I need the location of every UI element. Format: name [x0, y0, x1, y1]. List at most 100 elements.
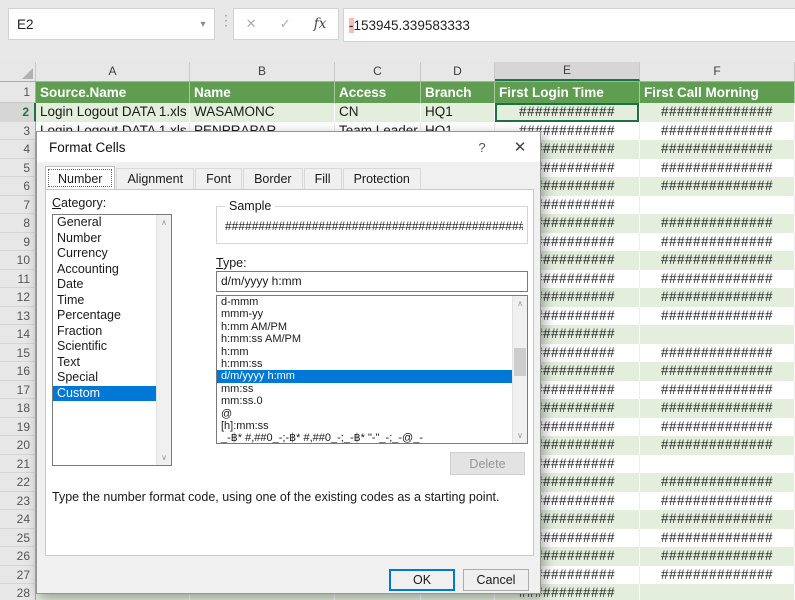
confirm-entry-icon[interactable]: ✓: [280, 16, 291, 32]
row-header-17[interactable]: 17: [0, 381, 36, 400]
name-box[interactable]: E2 ▾: [8, 8, 215, 40]
cell-F7[interactable]: [640, 196, 795, 215]
type-option[interactable]: mmm-yy: [217, 308, 527, 320]
type-option[interactable]: h:mm:ss: [217, 358, 527, 370]
cell-F10[interactable]: ##############: [640, 251, 795, 270]
category-item-currency[interactable]: Currency: [53, 246, 171, 262]
cell-F26[interactable]: ##############: [640, 547, 795, 566]
tab-border[interactable]: Border: [243, 168, 303, 189]
cancel-button[interactable]: Cancel: [463, 569, 529, 591]
row-header-1[interactable]: 1: [0, 82, 36, 103]
cell-F22[interactable]: ##############: [640, 473, 795, 492]
cell-F5[interactable]: ##############: [640, 159, 795, 178]
row-header-19[interactable]: 19: [0, 418, 36, 437]
category-item-scientific[interactable]: Scientific: [53, 339, 171, 355]
cell-F4[interactable]: ##############: [640, 140, 795, 159]
close-icon[interactable]: ✕: [500, 138, 540, 156]
table-header-cell[interactable]: Name: [190, 82, 335, 103]
cell-F15[interactable]: ##############: [640, 344, 795, 363]
cell-F2[interactable]: ##############: [640, 103, 795, 122]
cell-F20[interactable]: ##############: [640, 436, 795, 455]
insert-function-icon[interactable]: fx: [314, 16, 327, 32]
cell-F28[interactable]: [640, 584, 795, 600]
type-input[interactable]: d/m/yyyy h:mm: [216, 271, 528, 292]
cell-F6[interactable]: ##############: [640, 177, 795, 196]
category-item-fraction[interactable]: Fraction: [53, 324, 171, 340]
scroll-down-icon[interactable]: ∨: [157, 450, 171, 465]
table-header-cell[interactable]: First Call Morning: [640, 82, 795, 103]
cell-F24[interactable]: ##############: [640, 510, 795, 529]
column-header-b[interactable]: B: [190, 62, 335, 81]
row-header-2[interactable]: 2: [0, 103, 36, 122]
category-item-number[interactable]: Number: [53, 231, 171, 247]
row-header-14[interactable]: 14: [0, 325, 36, 344]
row-header-3[interactable]: 3: [0, 122, 36, 141]
help-button[interactable]: ?: [464, 140, 500, 155]
formula-input[interactable]: -153945.339583333: [343, 8, 795, 42]
row-header-20[interactable]: 20: [0, 436, 36, 455]
row-header-26[interactable]: 26: [0, 547, 36, 566]
category-item-time[interactable]: Time: [53, 293, 171, 309]
type-option[interactable]: h:mm AM/PM: [217, 321, 527, 333]
cell-F18[interactable]: ##############: [640, 399, 795, 418]
row-header-24[interactable]: 24: [0, 510, 36, 529]
row-header-27[interactable]: 27: [0, 566, 36, 585]
table-header-cell[interactable]: Branch: [421, 82, 495, 103]
cell-F11[interactable]: ##############: [640, 270, 795, 289]
scroll-up-icon[interactable]: ∧: [513, 296, 527, 311]
cell-F16[interactable]: ##############: [640, 362, 795, 381]
category-item-special[interactable]: Special: [53, 370, 171, 386]
row-header-5[interactable]: 5: [0, 159, 36, 178]
tab-fill[interactable]: Fill: [304, 168, 342, 189]
category-item-custom[interactable]: Custom: [53, 386, 171, 402]
column-header-c[interactable]: C: [335, 62, 421, 81]
row-header-18[interactable]: 18: [0, 399, 36, 418]
tab-alignment[interactable]: Alignment: [116, 168, 194, 189]
row-header-7[interactable]: 7: [0, 196, 36, 215]
cell-B2[interactable]: WASAMONC: [190, 103, 335, 122]
type-option[interactable]: _-฿* #,##0_-;-฿* #,##0_-;_-฿* "-"_-;_-@_…: [217, 432, 527, 444]
cell-C2[interactable]: CN: [335, 103, 421, 122]
row-header-23[interactable]: 23: [0, 492, 36, 511]
category-item-text[interactable]: Text: [53, 355, 171, 371]
cell-F23[interactable]: ##############: [640, 492, 795, 511]
cell-F19[interactable]: ##############: [640, 418, 795, 437]
row-header-13[interactable]: 13: [0, 307, 36, 326]
row-header-25[interactable]: 25: [0, 529, 36, 548]
cell-E2[interactable]: ############: [495, 103, 640, 122]
name-box-dropdown-icon[interactable]: ▾: [192, 19, 214, 30]
cell-F13[interactable]: ##############: [640, 307, 795, 326]
tab-protection[interactable]: Protection: [343, 168, 421, 189]
row-header-21[interactable]: 21: [0, 455, 36, 474]
table-header-cell[interactable]: First Login Time: [495, 82, 640, 103]
column-header-a[interactable]: A: [36, 62, 190, 81]
cell-F17[interactable]: ##############: [640, 381, 795, 400]
type-option[interactable]: h:mm:ss AM/PM: [217, 333, 527, 345]
cell-F27[interactable]: ##############: [640, 566, 795, 585]
column-header-f[interactable]: F: [640, 62, 795, 81]
select-all-corner[interactable]: [0, 62, 36, 81]
cell-F3[interactable]: ##############: [640, 122, 795, 141]
row-header-15[interactable]: 15: [0, 344, 36, 363]
cell-F21[interactable]: [640, 455, 795, 474]
type-option[interactable]: mm:ss.0: [217, 395, 527, 407]
table-header-cell[interactable]: Source.Name: [36, 82, 190, 103]
type-option[interactable]: h:mm: [217, 346, 527, 358]
row-header-10[interactable]: 10: [0, 251, 36, 270]
table-header-cell[interactable]: Access: [335, 82, 421, 103]
column-header-d[interactable]: D: [421, 62, 495, 81]
row-header-22[interactable]: 22: [0, 473, 36, 492]
cell-D2[interactable]: HQ1: [421, 103, 495, 122]
type-scrollbar[interactable]: ∧∨: [512, 296, 527, 443]
scrollbar-thumb[interactable]: [514, 348, 526, 376]
tab-number[interactable]: Number: [45, 166, 115, 190]
row-header-9[interactable]: 9: [0, 233, 36, 252]
row-header-4[interactable]: 4: [0, 140, 36, 159]
category-scrollbar[interactable]: ∧∨: [156, 215, 171, 465]
cell-F14[interactable]: [640, 325, 795, 344]
type-option[interactable]: [h]:mm:ss: [217, 420, 527, 432]
type-option[interactable]: @: [217, 408, 527, 420]
cancel-entry-icon[interactable]: ✕: [246, 16, 257, 32]
column-header-e[interactable]: E: [495, 62, 640, 81]
row-header-8[interactable]: 8: [0, 214, 36, 233]
